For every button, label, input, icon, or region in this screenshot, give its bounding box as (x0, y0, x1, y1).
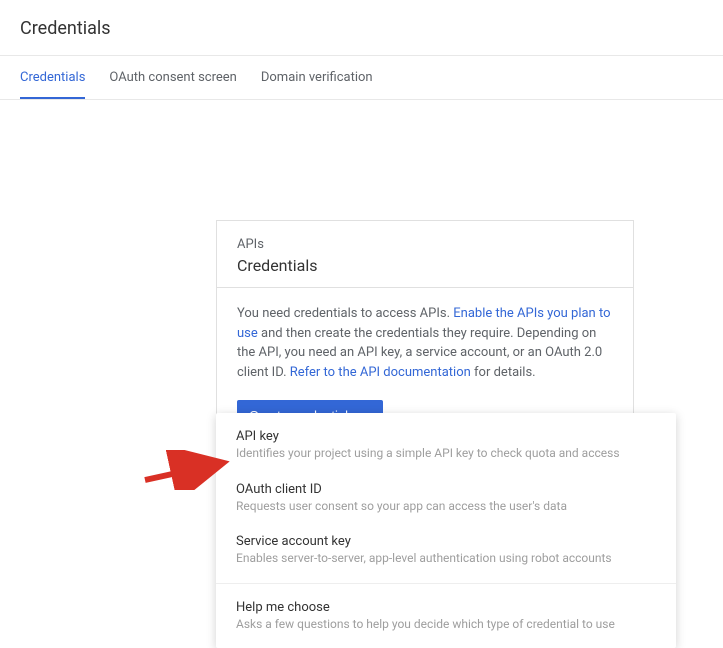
card-text-3: for details. (471, 365, 536, 380)
create-credentials-menu: API key Identifies your project using a … (216, 413, 676, 648)
tab-credentials[interactable]: Credentials (20, 56, 85, 99)
menu-item-service-desc: Enables server-to-server, app-level auth… (236, 551, 656, 567)
menu-item-service-account-key[interactable]: Service account key Enables server-to-se… (216, 524, 676, 577)
card-description: You need credentials to access APIs. Ena… (237, 304, 613, 382)
api-documentation-link[interactable]: Refer to the API documentation (290, 365, 471, 380)
card-text-1: You need credentials to access APIs. (237, 306, 453, 321)
tab-domain-verification[interactable]: Domain verification (261, 56, 373, 99)
page-title: Credentials (20, 18, 703, 39)
card-overline: APIs (237, 237, 613, 252)
card-header: APIs Credentials (217, 221, 633, 287)
tabs-bar: Credentials OAuth consent screen Domain … (0, 56, 723, 100)
menu-item-oauth-title: OAuth client ID (236, 482, 656, 497)
menu-divider (216, 583, 676, 584)
menu-item-oauth-desc: Requests user consent so your app can ac… (236, 499, 656, 515)
annotation-arrow-icon (140, 450, 230, 494)
card-title: Credentials (237, 256, 613, 275)
menu-item-service-title: Service account key (236, 534, 656, 549)
page-header: Credentials (0, 0, 723, 56)
menu-item-help-me-choose[interactable]: Help me choose Asks a few questions to h… (216, 590, 676, 643)
menu-item-api-key[interactable]: API key Identifies your project using a … (216, 419, 676, 472)
menu-item-help-title: Help me choose (236, 600, 656, 615)
tab-oauth-consent[interactable]: OAuth consent screen (109, 56, 236, 99)
menu-item-api-key-desc: Identifies your project using a simple A… (236, 446, 656, 462)
menu-item-oauth-client-id[interactable]: OAuth client ID Requests user consent so… (216, 472, 676, 525)
menu-item-api-key-title: API key (236, 429, 656, 444)
menu-item-help-desc: Asks a few questions to help you decide … (236, 617, 656, 633)
